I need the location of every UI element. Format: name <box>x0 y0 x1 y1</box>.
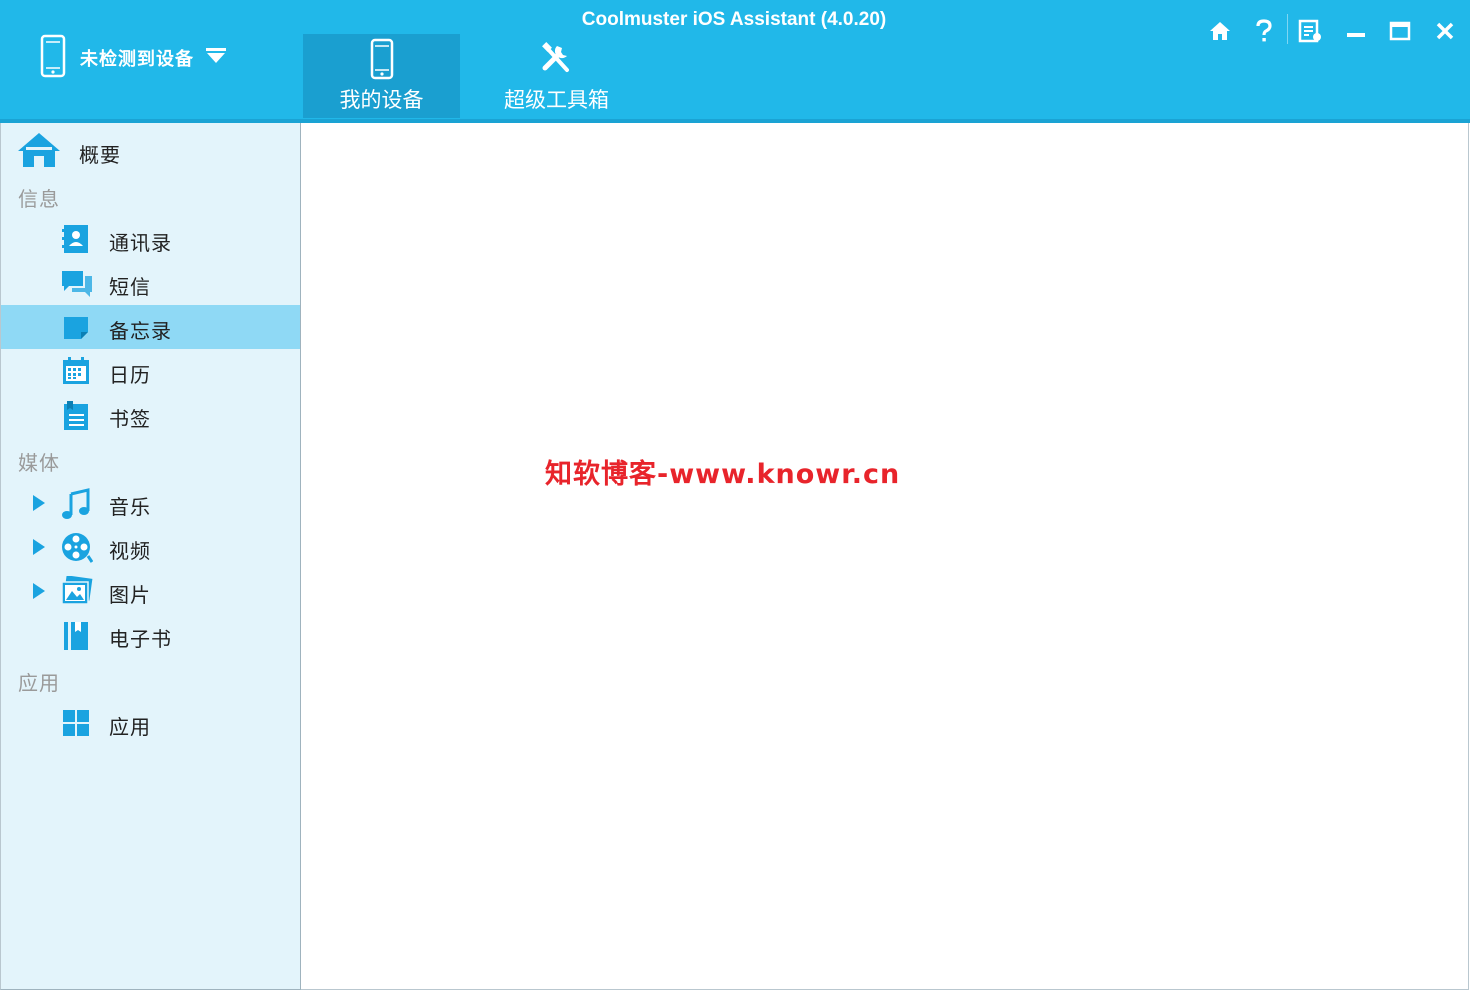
calendar-icon <box>61 356 91 386</box>
expand-arrow-icon[interactable] <box>33 539 45 559</box>
section-title-apps: 应用 <box>18 671 60 695</box>
sidebar-item-label: 备忘录 <box>109 319 172 343</box>
phone-icon <box>40 34 66 82</box>
sidebar-item-music[interactable]: 音乐 <box>1 481 300 525</box>
tab-label: 超级工具箱 <box>504 88 609 112</box>
sidebar-item-label: 图片 <box>109 583 151 607</box>
sidebar-item-photos[interactable]: 图片 <box>1 569 300 613</box>
sidebar: 概要 信息 通讯录 短信 备忘录 日历 书签 媒体 音乐 视频 图片 电子书 应… <box>0 123 301 990</box>
photos-icon <box>61 575 93 606</box>
tab-label: 我的设备 <box>339 88 424 112</box>
ebook-icon <box>61 620 91 650</box>
sidebar-item-label: 应用 <box>109 715 151 739</box>
messages-icon <box>61 268 92 298</box>
sidebar-item-label: 音乐 <box>109 495 151 519</box>
sidebar-item-contacts[interactable]: 通讯录 <box>1 217 300 261</box>
section-title-media: 媒体 <box>18 451 60 475</box>
sidebar-item-label: 日历 <box>109 363 151 387</box>
chevron-down-icon[interactable] <box>206 48 226 68</box>
sidebar-item-label: 短信 <box>109 275 151 299</box>
sidebar-item-label: 通讯录 <box>109 231 172 255</box>
sidebar-item-label: 视频 <box>109 539 151 563</box>
sidebar-item-notes[interactable]: 备忘录 <box>1 305 300 349</box>
section-title-info: 信息 <box>18 187 60 211</box>
device-selector[interactable]: 未检测到设备 <box>40 34 260 82</box>
sidebar-item-overview[interactable]: 概要 <box>1 123 300 179</box>
sidebar-item-apps[interactable]: 应用 <box>1 701 300 745</box>
contacts-icon <box>61 224 91 254</box>
maximize-icon[interactable] <box>1384 16 1416 46</box>
video-icon <box>61 532 94 563</box>
register-icon[interactable] <box>1294 16 1326 46</box>
expand-arrow-icon[interactable] <box>33 583 45 603</box>
bookmarks-icon <box>61 400 91 430</box>
tab-my-device[interactable]: 我的设备 <box>303 34 460 118</box>
close-icon[interactable] <box>1429 16 1461 46</box>
device-status-label: 未检测到设备 <box>80 49 194 70</box>
control-separator <box>1287 14 1288 44</box>
help-icon[interactable] <box>1248 16 1280 46</box>
sidebar-item-video[interactable]: 视频 <box>1 525 300 569</box>
content-panel <box>301 123 1469 990</box>
app-title: Coolmuster iOS Assistant (4.0.20) <box>581 9 887 30</box>
watermark-text: 知软博客-www.knowr.cn <box>545 459 901 490</box>
minimize-icon[interactable] <box>1340 16 1372 46</box>
sidebar-item-messages[interactable]: 短信 <box>1 261 300 305</box>
sidebar-item-label: 书签 <box>109 407 151 431</box>
music-icon <box>61 488 91 519</box>
phone-icon <box>303 38 460 80</box>
sidebar-item-bookmarks[interactable]: 书签 <box>1 393 300 437</box>
sidebar-item-label: 概要 <box>79 143 121 167</box>
sidebar-item-ebooks[interactable]: 电子书 <box>1 613 300 657</box>
tab-toolbox[interactable]: 超级工具箱 <box>478 34 635 118</box>
home-icon[interactable] <box>1204 16 1236 46</box>
expand-arrow-icon[interactable] <box>33 495 45 515</box>
apps-icon <box>61 708 91 738</box>
home-icon <box>16 131 62 173</box>
notes-icon <box>61 312 91 342</box>
sidebar-item-label: 电子书 <box>109 627 172 651</box>
sidebar-item-calendar[interactable]: 日历 <box>1 349 300 393</box>
tools-icon <box>478 38 635 78</box>
